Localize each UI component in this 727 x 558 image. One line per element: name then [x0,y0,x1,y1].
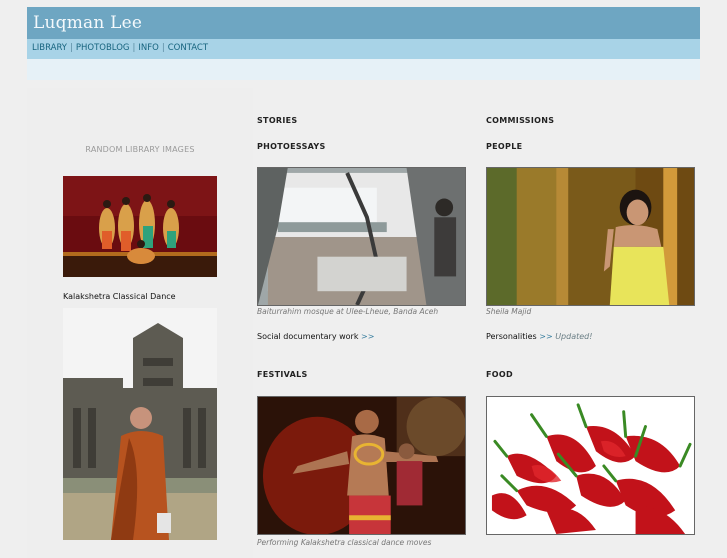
site-header: Luqman Lee [27,7,700,39]
food-image[interactable] [486,396,695,535]
photoessays-image[interactable] [257,167,466,306]
nav-library[interactable]: LIBRARY [32,43,67,53]
people-heading[interactable]: PEOPLE [486,142,522,151]
sub-bar [27,59,700,80]
photoessays-heading[interactable]: PHOTOESSAYS [257,142,326,151]
nav-contact[interactable]: CONTACT [168,43,208,53]
photoessays-link-text[interactable]: Social documentary work [257,332,358,341]
nav-separator: | [161,43,165,53]
festivals-caption: Performing Kalakshetra classical dance m… [257,538,432,547]
people-caption: Sheila Majid [486,307,532,316]
nav-photoblog[interactable]: PHOTOBLOG [76,43,130,53]
random-image-caption[interactable]: Kalakshetra Classical Dance [63,292,176,301]
random-image-monk[interactable] [63,308,217,540]
people-link-text[interactable]: Personalities [486,332,537,341]
photoessays-caption: Baiturrahim mosque at Ulee-Lheue, Banda … [257,307,439,316]
nav-info[interactable]: INFO [138,43,158,53]
random-library-heading: RANDOM LIBRARY IMAGES [85,145,195,154]
people-link-line: Personalities >> Updated! [486,332,592,341]
photoessays-more-link[interactable]: >> [361,332,374,341]
photoessays-link-line: Social documentary work >> [257,332,374,341]
festivals-image[interactable] [257,396,466,535]
updated-badge: Updated! [555,332,593,341]
commissions-heading: COMMISSIONS [486,116,555,125]
people-more-link[interactable]: >> [539,332,552,341]
main-nav: LIBRARY | PHOTOBLOG | INFO | CONTACT [27,39,700,59]
site-title[interactable]: Luqman Lee [33,13,142,33]
food-heading[interactable]: FOOD [486,370,513,379]
random-image-dance[interactable] [63,176,217,277]
nav-separator: | [70,43,73,53]
stories-heading: STORIES [257,116,298,125]
people-image[interactable] [486,167,695,306]
festivals-heading[interactable]: FESTIVALS [257,370,308,379]
